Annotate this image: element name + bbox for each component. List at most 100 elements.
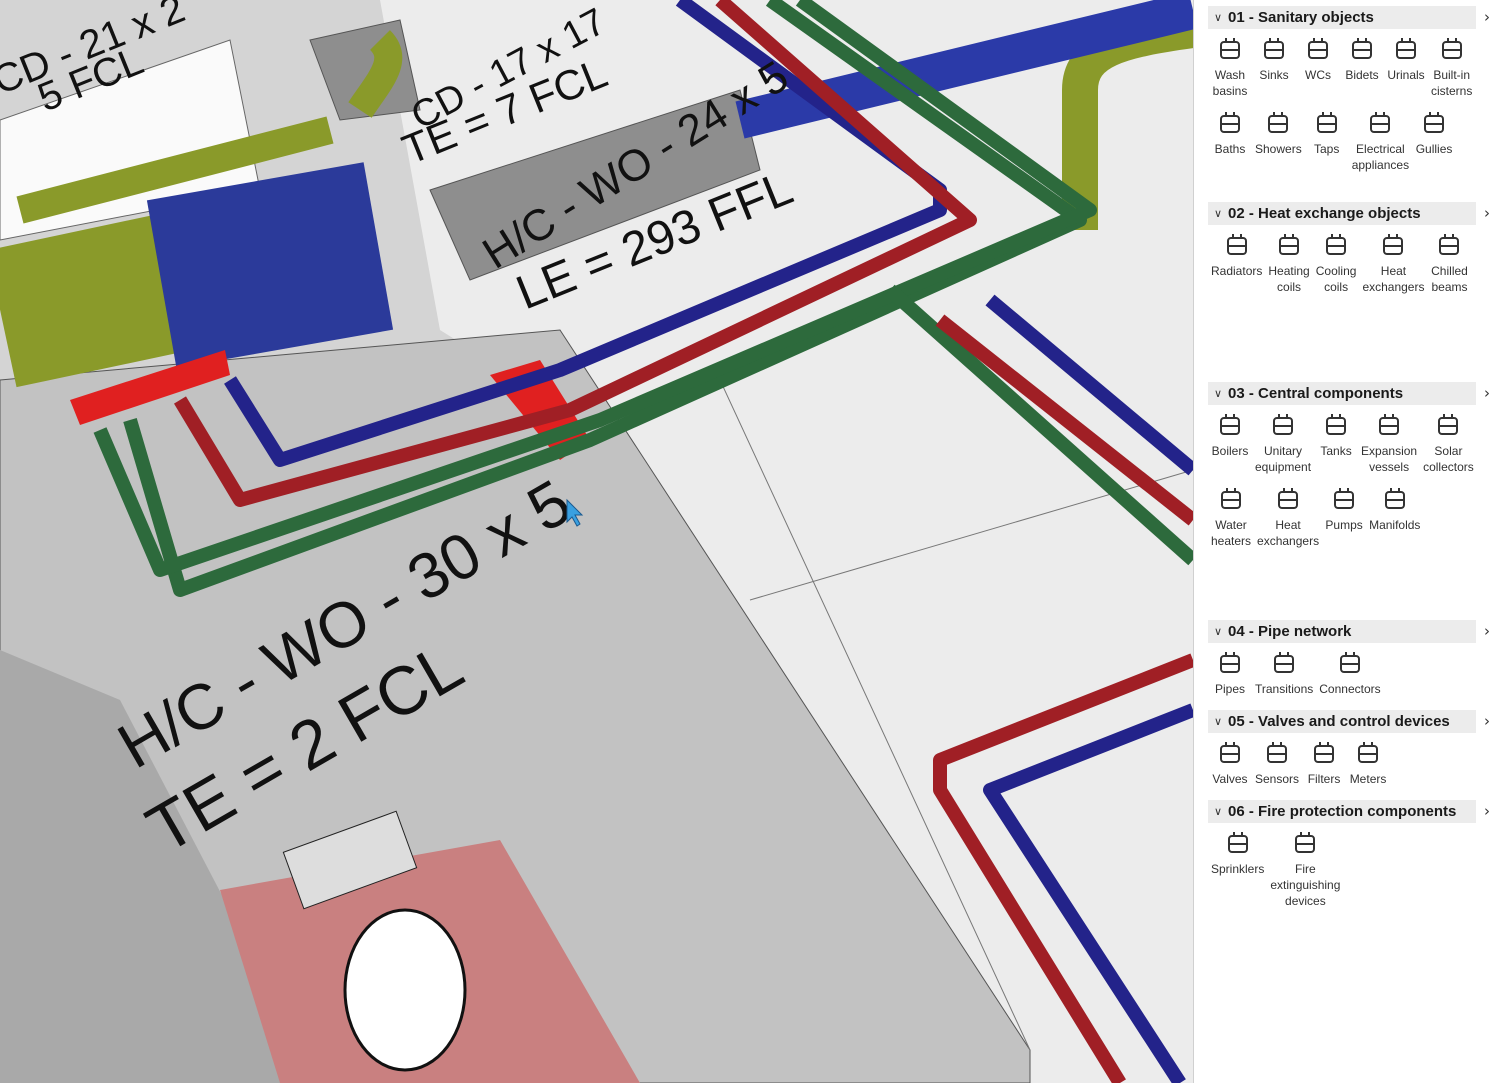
catalog-item[interactable]: Chilled beams: [1427, 229, 1471, 295]
connector-icon: [1334, 647, 1366, 679]
catalog-section: ∨06 - Fire protection components›Sprinkl…: [1208, 800, 1498, 917]
catalog-item[interactable]: Solar collectors: [1420, 409, 1477, 475]
sensor-icon: [1261, 737, 1293, 769]
catalog-item[interactable]: Gullies: [1412, 107, 1456, 173]
item-label: Connectors: [1319, 681, 1380, 697]
catalog-item[interactable]: Meters: [1346, 737, 1390, 787]
section-items: ValvesSensorsFiltersMeters: [1208, 733, 1498, 795]
catalog-item[interactable]: Filters: [1302, 737, 1346, 787]
catalog-item[interactable]: Tanks: [1314, 409, 1358, 475]
chevron-down-icon[interactable]: ∨: [1208, 207, 1228, 220]
section-title: 05 - Valves and control devices: [1228, 713, 1450, 730]
catalog-item[interactable]: Showers: [1252, 107, 1305, 173]
heat-exchanger-icon: [1272, 483, 1304, 515]
bidet-icon: [1346, 33, 1378, 65]
catalog-item[interactable]: WCs: [1296, 33, 1340, 99]
radiator-icon: [1221, 229, 1253, 261]
section-items: Boilers Unitary equipment Tanks Expansion v…: [1208, 405, 1498, 557]
item-label: WCs: [1305, 67, 1331, 83]
catalog-item[interactable]: Taps: [1305, 107, 1349, 173]
item-label: Radiators: [1211, 263, 1262, 279]
catalog-item[interactable]: Heating coils: [1265, 229, 1312, 295]
section-items: RadiatorsHeating coilsCooling coilsHeat …: [1208, 225, 1498, 303]
urinal-icon: [1390, 33, 1422, 65]
transition-icon: [1268, 647, 1300, 679]
chevron-down-icon[interactable]: ∨: [1208, 805, 1228, 818]
section-header[interactable]: ∨02 - Heat exchange objects›: [1208, 202, 1476, 225]
manifold-icon: [1379, 483, 1411, 515]
item-label: Expansion vessels: [1361, 443, 1417, 475]
item-label: Pumps: [1325, 517, 1362, 533]
catalog-item[interactable]: Sensors: [1252, 737, 1302, 787]
catalog-item[interactable]: Pumps: [1322, 483, 1366, 549]
catalog-item[interactable]: Fire extinguishing devices: [1267, 827, 1343, 909]
wc: [345, 910, 465, 1070]
catalog-item[interactable]: Sinks: [1252, 33, 1296, 99]
catalog-item[interactable]: Expansion vessels: [1358, 409, 1420, 475]
catalog-item[interactable]: Wash basins: [1208, 33, 1252, 99]
catalog-item[interactable]: Valves: [1208, 737, 1252, 787]
section-items: Wash basinsSinks WCs BidetsUrinalsBuilt-in…: [1208, 29, 1498, 181]
model-scene[interactable]: CD - 21 x 2 5 FCL CD - 17 x 17 TE = 7 FC…: [0, 0, 1193, 1083]
chevron-down-icon[interactable]: ∨: [1208, 625, 1228, 638]
tap-icon: [1311, 107, 1343, 139]
section-title: 03 - Central components: [1228, 385, 1403, 402]
section-header[interactable]: ∨01 - Sanitary objects›: [1208, 6, 1476, 29]
catalog-item[interactable]: Baths: [1208, 107, 1252, 173]
section-title: 02 - Heat exchange objects: [1228, 205, 1421, 222]
chevron-down-icon[interactable]: ∨: [1208, 11, 1228, 24]
chevron-right-icon[interactable]: ›: [1484, 384, 1490, 402]
section-header[interactable]: ∨05 - Valves and control devices›: [1208, 710, 1476, 733]
chevron-right-icon[interactable]: ›: [1484, 712, 1490, 730]
heat-exchanger-icon: [1377, 229, 1409, 261]
3d-model-viewport[interactable]: CD - 21 x 2 5 FCL CD - 17 x 17 TE = 7 FC…: [0, 0, 1193, 1083]
catalog-item[interactable]: Connectors: [1316, 647, 1383, 697]
chevron-right-icon[interactable]: ›: [1484, 622, 1490, 640]
section-header[interactable]: ∨06 - Fire protection components›: [1208, 800, 1476, 823]
section-header[interactable]: ∨04 - Pipe network›: [1208, 620, 1476, 643]
catalog-item[interactable]: Heat exchangers: [1359, 229, 1427, 295]
catalog-item[interactable]: Urinals: [1384, 33, 1428, 99]
catalog-item[interactable]: Boilers: [1208, 409, 1252, 475]
catalog-item[interactable]: Pipes: [1208, 647, 1252, 697]
expansion-vessel-icon: [1373, 409, 1405, 441]
item-label: Gullies: [1416, 141, 1453, 157]
section-title: 06 - Fire protection components: [1228, 803, 1456, 820]
item-label: Water heaters: [1211, 517, 1251, 549]
catalog-item[interactable]: Electrical appliances: [1349, 107, 1412, 173]
catalog-item[interactable]: Transitions: [1252, 647, 1316, 697]
chevron-right-icon[interactable]: ›: [1484, 204, 1490, 222]
catalog-item[interactable]: Manifolds: [1366, 483, 1423, 549]
catalog-section: ∨05 - Valves and control devices›ValvesS…: [1208, 710, 1498, 795]
catalog-item[interactable]: Bidets: [1340, 33, 1384, 99]
catalog-item[interactable]: Unitary equipment: [1252, 409, 1314, 475]
fire-extinguishing-device-icon: [1289, 827, 1321, 859]
item-label: Built-in cisterns: [1431, 67, 1472, 99]
item-label: Transitions: [1255, 681, 1313, 697]
cooling-coil-icon: [1320, 229, 1352, 261]
chevron-right-icon[interactable]: ›: [1484, 8, 1490, 26]
bath-icon: [1214, 107, 1246, 139]
catalog-item[interactable]: Cooling coils: [1313, 229, 1360, 295]
item-label: Boilers: [1212, 443, 1249, 459]
wc-icon: [1302, 33, 1334, 65]
chevron-down-icon[interactable]: ∨: [1208, 387, 1228, 400]
item-label: Unitary equipment: [1255, 443, 1311, 475]
chevron-right-icon[interactable]: ›: [1484, 802, 1490, 820]
catalog-item[interactable]: Heat exchangers: [1254, 483, 1322, 549]
item-label: Wash basins: [1213, 67, 1248, 99]
section-items: PipesTransitions Connectors: [1208, 643, 1498, 705]
chilled-beam-icon: [1433, 229, 1465, 261]
catalog-item[interactable]: Water heaters: [1208, 483, 1254, 549]
chevron-down-icon[interactable]: ∨: [1208, 715, 1228, 728]
catalog-item[interactable]: Sprinklers: [1208, 827, 1267, 909]
filter-icon: [1308, 737, 1340, 769]
catalog-item[interactable]: Radiators: [1208, 229, 1265, 295]
section-header[interactable]: ∨03 - Central components›: [1208, 382, 1476, 405]
catalog-section: ∨04 - Pipe network› PipesTransitions Conne…: [1208, 620, 1498, 705]
item-label: Sprinklers: [1211, 861, 1264, 877]
item-label: Tanks: [1320, 443, 1351, 459]
heating-coil-icon: [1273, 229, 1305, 261]
gully-icon: [1418, 107, 1450, 139]
catalog-item[interactable]: Built-in cisterns: [1428, 33, 1475, 99]
